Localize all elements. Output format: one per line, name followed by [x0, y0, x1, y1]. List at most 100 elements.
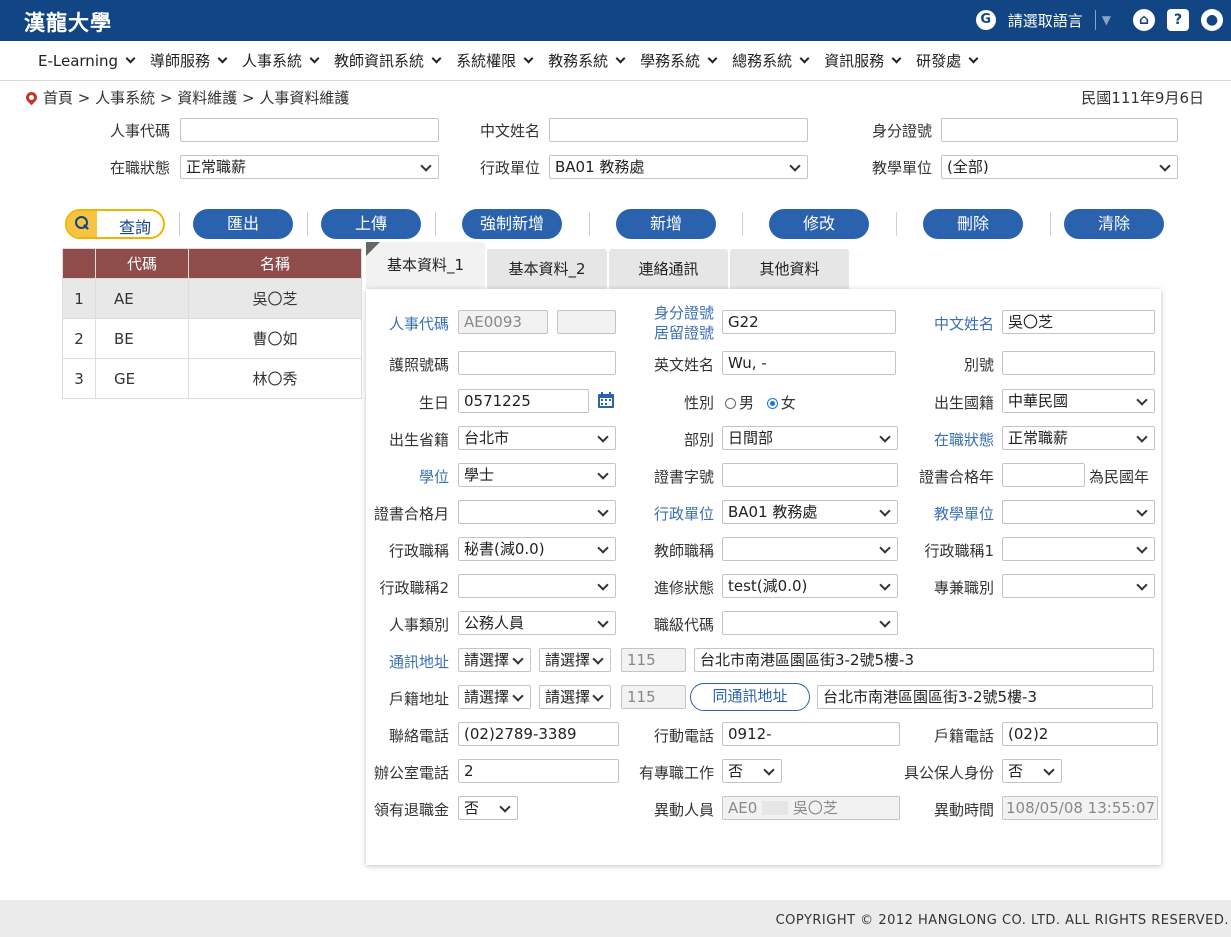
table-row[interactable]: 2 BE 曹〇如 [62, 318, 362, 359]
language-dropdown-icon[interactable]: ▼ [1102, 13, 1111, 27]
province-select[interactable]: 台北市 [458, 426, 616, 450]
birthday-field[interactable]: 0571225 [458, 389, 589, 413]
name-column-header[interactable]: 名稱 [188, 248, 362, 279]
query-teach-unit-select[interactable]: (全部) [941, 155, 1178, 179]
clear-button[interactable]: 清除 [1064, 209, 1164, 239]
admin-title-2-select[interactable] [458, 574, 616, 598]
teacher-title-select[interactable] [722, 537, 898, 561]
code-cell: BE [95, 318, 189, 359]
employment-status-select[interactable]: 正常職薪 [1002, 426, 1155, 450]
user-icon[interactable]: ● [1201, 9, 1223, 31]
staff-list-table: 代碼 名稱 1 AE 吳〇芝 2 BE 曹〇如 3 GE 林〇秀 [62, 248, 362, 399]
menu-tutor-service[interactable]: 導師服務 [150, 50, 228, 71]
query-id-input[interactable] [941, 118, 1178, 142]
location-pin-icon [23, 89, 40, 106]
mobile-phone-field[interactable]: 0912- [722, 722, 900, 746]
gender-female-radio[interactable]: 女 [766, 394, 796, 412]
home-icon[interactable]: ⌂ [1133, 9, 1155, 31]
division-select[interactable]: 日間部 [722, 426, 898, 450]
registered-city-select[interactable]: 請選擇 [458, 685, 531, 709]
degree-select[interactable]: 學士 [458, 463, 616, 487]
employment-type-select[interactable] [1002, 574, 1155, 598]
table-row[interactable]: 3 GE 林〇秀 [62, 358, 362, 399]
mailing-zip-field[interactable]: 115 [621, 648, 686, 672]
menu-research[interactable]: 研發處 [916, 50, 979, 71]
study-status-select[interactable]: test(減0.0) [722, 574, 898, 598]
admin-title-1-label: 行政職稱1 [924, 542, 994, 560]
query-status-select[interactable]: 正常職薪 [180, 155, 439, 179]
admin-title-1-select[interactable] [1002, 537, 1155, 561]
university-logo: 漢龍大學 [24, 11, 112, 35]
alias-field[interactable] [1002, 351, 1155, 375]
help-icon[interactable]: ? [1167, 9, 1189, 31]
language-selector[interactable]: 請選取語言 [1008, 10, 1083, 31]
tab-contact[interactable]: 連絡通訊 [609, 249, 728, 289]
same-as-mailing-button[interactable]: 同通訊地址 [690, 683, 810, 711]
personnel-type-select[interactable]: 公務人員 [458, 611, 616, 635]
table-row[interactable]: 1 AE 吳〇芝 [62, 278, 362, 319]
tab-basic-info-1[interactable]: 基本資料_1 [366, 242, 485, 289]
divider [179, 212, 180, 236]
menu-teacher-info[interactable]: 教師資訊系統 [334, 50, 442, 71]
modified-by-field[interactable]: AE0 吳〇芝 [722, 796, 900, 820]
upload-button[interactable]: 上傳 [321, 209, 421, 239]
tab-other-info[interactable]: 其他資料 [730, 249, 849, 289]
staff-code-field[interactable]: AE0093 [458, 310, 548, 334]
code-column-header[interactable]: 代碼 [95, 248, 189, 279]
office-phone-field[interactable]: 2 [458, 759, 619, 783]
google-translate-icon[interactable]: G [975, 10, 996, 30]
certificate-year-field[interactable] [1002, 463, 1085, 487]
query-button[interactable]: 查詢 [65, 209, 165, 239]
admin-unit-select[interactable]: BA01 教務處 [722, 500, 898, 524]
mailing-address-field[interactable]: 台北市南港區園區街3-2號5樓-3 [694, 648, 1154, 672]
query-name-label: 中文姓名 [479, 122, 540, 140]
menu-system-permission[interactable]: 系統權限 [456, 50, 534, 71]
breadcrumb-text[interactable]: 首頁 > 人事系統 > 資料維護 > 人事資料維護 [43, 87, 349, 108]
query-name-input[interactable] [549, 118, 808, 142]
grade-code-select[interactable] [722, 611, 898, 635]
alias-label: 別號 [963, 356, 994, 374]
edit-button[interactable]: 修改 [769, 209, 869, 239]
menu-info-service[interactable]: 資訊服務 [824, 50, 902, 71]
gender-male-radio[interactable]: 男 [725, 394, 754, 412]
delete-button[interactable]: 刪除 [923, 209, 1023, 239]
calendar-icon[interactable] [597, 391, 615, 409]
query-staff-code-input[interactable] [180, 118, 439, 142]
modified-time-field[interactable]: 108/05/08 13:55:07 [1002, 796, 1158, 820]
mailing-city-select[interactable]: 請選擇 [458, 648, 531, 672]
contact-phone-field[interactable]: (02)2789-3389 [458, 722, 619, 746]
pension-select[interactable]: 否 [458, 796, 518, 820]
menu-elearning[interactable]: E-Learning [38, 52, 136, 70]
query-admin-unit-select[interactable]: BA01 教務處 [549, 155, 808, 179]
nationality-select[interactable]: 中華民國 [1002, 389, 1155, 413]
id-field[interactable]: G22 [722, 310, 896, 334]
menu-general-affairs[interactable]: 總務系統 [732, 50, 810, 71]
registered-district-select[interactable]: 請選擇 [539, 685, 611, 709]
divider [896, 212, 897, 236]
passport-field[interactable] [458, 351, 616, 375]
add-button[interactable]: 新增 [616, 209, 716, 239]
staff-code-extra-field[interactable] [557, 310, 616, 334]
certificate-no-field[interactable] [722, 463, 898, 487]
menu-personnel-system[interactable]: 人事系統 [242, 50, 320, 71]
fulltime-job-select[interactable]: 否 [722, 759, 782, 783]
row-number: 1 [62, 278, 96, 319]
registered-address-field[interactable]: 台北市南港區園區街3-2號5樓-3 [817, 685, 1153, 709]
certificate-month-select[interactable] [458, 500, 616, 524]
query-status-label: 在職狀態 [109, 159, 170, 177]
mailing-district-select[interactable]: 請選擇 [539, 648, 611, 672]
teaching-unit-select[interactable] [1002, 500, 1155, 524]
registered-zip-field[interactable]: 115 [621, 685, 686, 709]
tab-basic-info-2[interactable]: 基本資料_2 [487, 249, 607, 289]
menu-student-affairs[interactable]: 學務系統 [640, 50, 718, 71]
office-phone-label: 辦公室電話 [373, 764, 449, 782]
admin-title-select[interactable]: 秘書(減0.0) [458, 537, 616, 561]
divider [435, 212, 436, 236]
registered-phone-field[interactable]: (02)2 [1002, 722, 1158, 746]
civil-insurance-select[interactable]: 否 [1002, 759, 1062, 783]
english-name-field[interactable]: Wu, - [722, 351, 896, 375]
chinese-name-field[interactable]: 吳〇芝 [1002, 310, 1155, 334]
menu-academic-affairs[interactable]: 教務系統 [548, 50, 626, 71]
export-button[interactable]: 匯出 [193, 209, 293, 239]
force-add-button[interactable]: 強制新增 [462, 209, 562, 239]
